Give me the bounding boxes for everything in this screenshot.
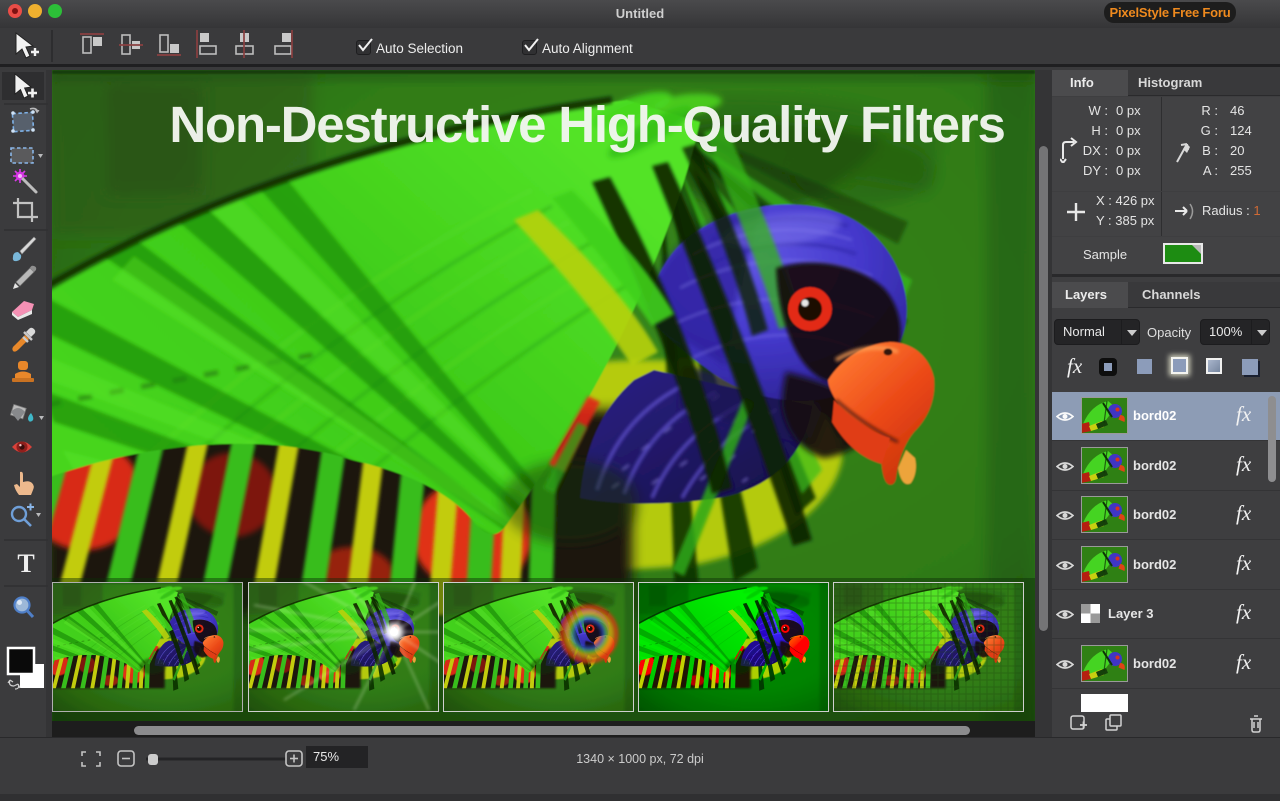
svg-text:Non-Destructive High-Quality F: Non-Destructive High-Quality Filters <box>169 96 1004 153</box>
svg-text:T: T <box>17 549 34 578</box>
